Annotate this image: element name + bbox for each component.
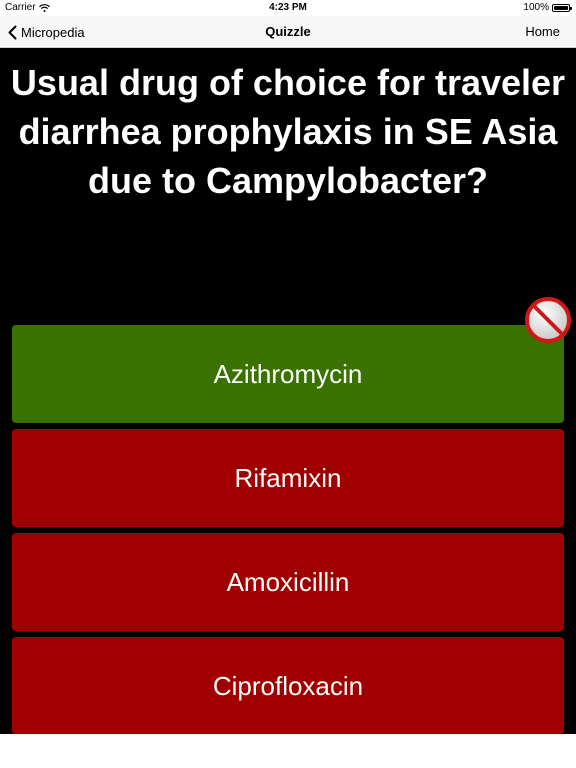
battery-info: 100% [523,2,572,13]
answer-label: Rifamixin [234,462,342,493]
chevron-left-icon [8,25,17,39]
back-button-label: Micropedia [21,24,85,40]
no-entry-icon[interactable] [525,297,571,343]
back-button[interactable]: Micropedia [8,16,85,48]
answer-option-2[interactable]: Rifamixin [12,429,564,527]
answer-option-3[interactable]: Amoxicillin [12,533,564,631]
home-button[interactable]: Home [525,16,560,48]
battery-icon [552,3,572,12]
status-bar: Carrier 4:23 PM 100% [0,0,576,16]
answer-label: Azithromycin [213,358,363,389]
quiz-area: Usual drug of choice for traveler diarrh… [0,48,576,735]
answer-label: Amoxicillin [226,566,350,597]
answer-label: Ciprofloxacin [212,670,364,701]
bottom-area [0,734,576,768]
answer-option-4[interactable]: Ciprofloxacin [12,637,564,735]
answer-option-1[interactable]: Azithromycin [12,325,564,423]
status-time: 4:23 PM [269,2,307,13]
nav-title: Quizzle [265,24,311,39]
question-text: Usual drug of choice for traveler diarrh… [10,62,566,201]
battery-percent: 100% [523,2,549,13]
navigation-bar: Micropedia Quizzle Home [0,16,576,48]
